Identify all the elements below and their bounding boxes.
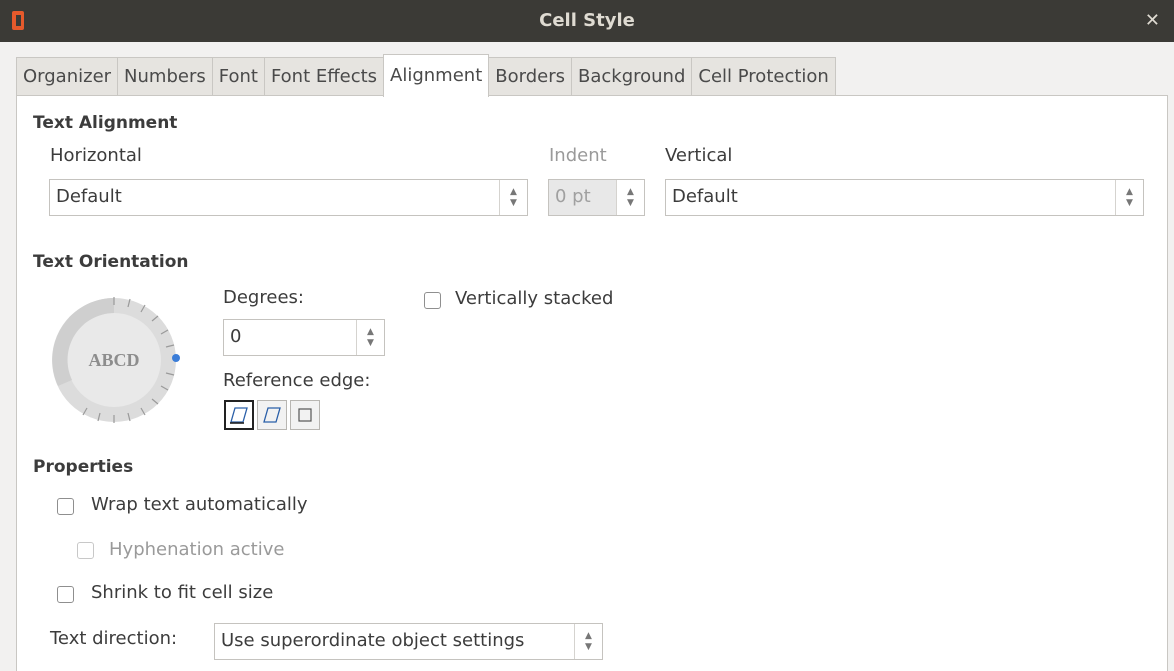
window-title: Cell Style (539, 10, 635, 31)
dial-sample-text: ABCD (88, 350, 139, 370)
tab-alignment[interactable]: Alignment (383, 54, 490, 97)
vertical-label: Vertical (665, 145, 733, 166)
text-direction-value: Use superordinate object settings (221, 630, 525, 651)
title-bar: Cell Style ✕ (0, 0, 1174, 42)
vertical-select[interactable]: Default ▲ ▼ (665, 179, 1144, 216)
close-icon[interactable]: ✕ (1145, 10, 1160, 31)
spin-arrows-icon[interactable]: ▲ ▼ (616, 180, 644, 215)
tab-background[interactable]: Background (571, 57, 693, 96)
degrees-label: Degrees: (223, 287, 304, 308)
text-orientation-heading: Text Orientation (33, 252, 189, 272)
tab-cell-protection[interactable]: Cell Protection (691, 57, 836, 96)
horizontal-label: Horizontal (50, 145, 142, 166)
reference-edge-label: Reference edge: (223, 370, 371, 391)
horizontal-select-value: Default (56, 186, 122, 207)
select-arrows-icon: ▲ ▼ (499, 180, 527, 215)
indent-value: 0 pt (555, 186, 591, 207)
properties-heading: Properties (33, 457, 134, 477)
tab-font[interactable]: Font (211, 57, 265, 96)
select-arrows-icon: ▲ ▼ (1115, 180, 1143, 215)
text-direction-select[interactable]: Use superordinate object settings ▲ ▼ (214, 623, 603, 660)
tab-borders[interactable]: Borders (488, 57, 572, 96)
tab-organizer[interactable]: Organizer (16, 57, 119, 96)
spin-arrows-icon[interactable]: ▲ ▼ (356, 320, 384, 355)
vertically-stacked-checkbox[interactable] (424, 292, 441, 309)
indent-label: Indent (549, 145, 607, 166)
wrap-text-label: Wrap text automatically (91, 494, 308, 515)
tab-font-effects[interactable]: Font Effects (263, 57, 385, 96)
wrap-text-checkbox[interactable] (57, 498, 74, 515)
hyphenation-label: Hyphenation active (109, 539, 285, 560)
degrees-value: 0 (230, 326, 242, 347)
vertically-stacked-label: Vertically stacked (455, 288, 614, 309)
text-alignment-heading: Text Alignment (33, 113, 178, 133)
edge-inside-icon (298, 408, 312, 422)
dial-handle[interactable] (172, 354, 180, 362)
orientation-dial[interactable]: ABCD (44, 290, 184, 430)
vertical-select-value: Default (672, 186, 738, 207)
hyphenation-checkbox[interactable] (77, 542, 94, 559)
reference-edge-bottom-button[interactable] (224, 400, 254, 430)
shrink-to-fit-label: Shrink to fit cell size (91, 582, 274, 603)
text-direction-label: Text direction: (50, 628, 178, 649)
indent-spinbox[interactable]: 0 pt ▲ ▼ (548, 179, 645, 216)
reference-edge-top-button[interactable] (257, 400, 287, 430)
edge-top-icon (263, 407, 281, 423)
select-arrows-icon: ▲ ▼ (574, 624, 602, 659)
tab-bar: Organizer Numbers Font Font Effects Alig… (16, 54, 836, 97)
horizontal-select[interactable]: Default ▲ ▼ (49, 179, 528, 216)
reference-edge-inside-button[interactable] (290, 400, 320, 430)
degrees-spinbox[interactable]: 0 ▲ ▼ (223, 319, 385, 356)
edge-bottom-icon (230, 407, 248, 424)
tab-numbers[interactable]: Numbers (117, 57, 213, 96)
shrink-to-fit-checkbox[interactable] (57, 586, 74, 603)
